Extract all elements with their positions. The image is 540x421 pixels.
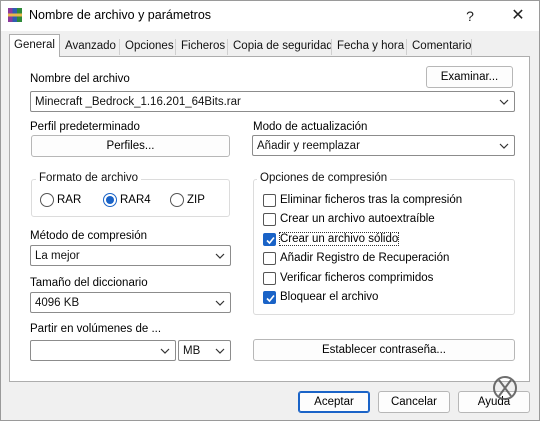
dialog-window: Nombre de archivo y parámetros ? ✕ Gener… [0, 0, 540, 421]
delete-files-checkbox[interactable] [263, 194, 276, 207]
browse-button[interactable]: Examinar... [426, 66, 513, 88]
format-rar4-radio[interactable] [103, 193, 117, 207]
compression-method-select[interactable]: La mejor [30, 245, 231, 266]
set-password-button[interactable]: Establecer contraseña... [253, 339, 515, 361]
format-zip-radio[interactable] [170, 193, 184, 207]
archive-name-value: Minecraft _Bedrock_1.16.201_64Bits.rar [35, 95, 241, 108]
dictionary-size-value: 4096 KB [35, 296, 80, 309]
sfx-archive-checkbox[interactable] [263, 213, 276, 226]
tab-opciones[interactable]: Opciones [120, 37, 179, 56]
archive-name-combo[interactable]: Minecraft _Bedrock_1.16.201_64Bits.rar [30, 91, 515, 112]
compression-options-title: Opciones de compresión [257, 172, 391, 184]
split-unit-value: MB [183, 344, 201, 357]
format-rar-radio[interactable] [40, 193, 54, 207]
chevron-down-icon [499, 143, 509, 149]
recovery-record-checkbox[interactable] [263, 252, 276, 265]
format-rar4-label: RAR4 [120, 194, 151, 206]
delete-files-label: Eliminar ficheros tras la compresión [280, 194, 463, 206]
compression-method-label: Método de compresión [30, 230, 147, 242]
tab-ficheros[interactable]: Ficheros [176, 37, 230, 56]
sfx-archive-label: Crear un archivo autoextraíble [280, 213, 435, 225]
watermark-icon [493, 376, 517, 400]
archive-name-label: Nombre del archivo [30, 73, 130, 85]
archive-format-title: Formato de archivo [36, 172, 142, 184]
title-close-button[interactable]: ✕ [504, 5, 532, 27]
tab-comentario[interactable]: Comentario [407, 37, 476, 56]
chevron-down-icon [160, 348, 170, 354]
tab-avanzado[interactable]: Avanzado [60, 37, 121, 56]
chevron-down-icon [215, 348, 225, 354]
update-mode-select[interactable]: Añadir y reemplazar [252, 135, 515, 156]
chevron-down-icon [215, 300, 225, 306]
test-files-checkbox[interactable] [263, 272, 276, 285]
tab-general[interactable]: General [9, 34, 60, 57]
chevron-down-icon [215, 253, 225, 259]
ok-button[interactable]: Aceptar [298, 391, 370, 413]
solid-archive-label: Crear un archivo sólido [278, 232, 400, 246]
split-size-combo[interactable] [30, 340, 176, 361]
checkmark-icon [266, 294, 275, 303]
lock-archive-checkbox[interactable] [263, 291, 276, 304]
split-volumes-label: Partir en volúmenes de ... [30, 323, 162, 335]
title-help-button[interactable]: ? [456, 5, 484, 27]
checkmark-icon [266, 236, 275, 245]
winrar-app-icon [7, 7, 23, 23]
format-rar-label: RAR [57, 194, 82, 206]
compression-method-value: La mejor [35, 249, 80, 262]
tab-copia-de-seguridad[interactable]: Copia de seguridad [228, 37, 338, 56]
update-mode-label: Modo de actualización [253, 121, 368, 133]
dictionary-size-select[interactable]: 4096 KB [30, 292, 231, 313]
update-mode-value: Añadir y reemplazar [257, 139, 360, 152]
title-bar: Nombre de archivo y parámetros ? ✕ [1, 1, 539, 31]
lock-archive-label: Bloquear el archivo [280, 291, 379, 303]
recovery-record-label: Añadir Registro de Recuperación [280, 252, 450, 264]
watermark-logo [485, 375, 525, 407]
tab-separator [471, 39, 472, 55]
profiles-button[interactable]: Perfiles... [31, 135, 230, 157]
chevron-down-icon [499, 99, 509, 105]
cancel-button[interactable]: Cancelar [378, 391, 450, 413]
window-title: Nombre de archivo y parámetros [29, 8, 212, 22]
solid-archive-checkbox[interactable] [263, 233, 276, 246]
split-unit-select[interactable]: MB [178, 340, 231, 361]
dictionary-size-label: Tamaño del diccionario [30, 277, 148, 289]
test-files-label: Verificar ficheros comprimidos [280, 272, 434, 284]
tab-fecha-y-hora[interactable]: Fecha y hora [332, 37, 409, 56]
default-profile-label: Perfil predeterminado [30, 121, 140, 133]
format-zip-label: ZIP [187, 194, 205, 206]
